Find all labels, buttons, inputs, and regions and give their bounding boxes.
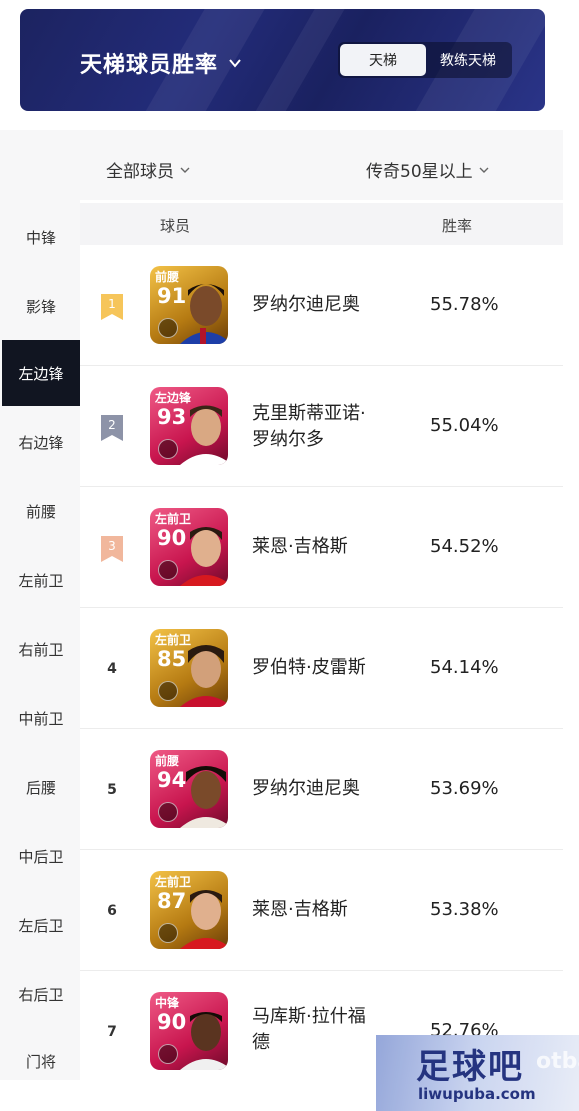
tier-filter-dropdown[interactable]: 传奇50星以上 <box>366 157 489 182</box>
rank-number: 2 <box>108 418 116 432</box>
win-rate: 54.52% <box>430 536 499 557</box>
header-banner: 天梯球员胜率 天梯 教练天梯 <box>20 9 545 111</box>
rank-number: 6 <box>107 902 117 919</box>
sidebar-item-rb[interactable]: 右后卫 <box>2 961 80 1027</box>
card-emblem-icon <box>158 681 178 701</box>
player-name: 罗纳尔迪尼奥 <box>252 776 360 802</box>
win-rate: 55.04% <box>430 415 499 436</box>
player-name-line2: 罗纳尔多 <box>252 429 324 450</box>
watermark-url: liwupuba.com <box>418 1085 536 1103</box>
column-header-player: 球员 <box>160 217 191 235</box>
card-emblem-icon <box>158 439 178 459</box>
card-position: 前腰 <box>155 270 180 284</box>
player-card[interactable]: 左前卫 87 <box>150 871 228 949</box>
ladder-tab-switch: 天梯 教练天梯 <box>338 42 512 78</box>
chevron-down-icon <box>479 167 489 173</box>
page-title-dropdown[interactable]: 天梯球员胜率 <box>80 47 242 79</box>
table-row[interactable]: 5 前腰 94 罗纳尔迪尼奥 53.69% <box>80 730 563 850</box>
card-emblem-icon <box>158 318 178 338</box>
card-rating: 94 <box>157 768 187 792</box>
rank-badge-gold: 1 <box>101 294 123 320</box>
player-filter-label: 全部球员 <box>106 162 174 182</box>
win-rate: 55.78% <box>430 294 499 315</box>
table-row[interactable]: 3 左前卫 90 莱恩·吉格斯 54.52% <box>80 488 563 608</box>
card-emblem-icon <box>158 1044 178 1064</box>
card-rating: 93 <box>157 405 187 429</box>
player-name-line1: 罗纳尔迪尼奥 <box>252 778 360 799</box>
player-name: 罗伯特·皮雷斯 <box>252 655 366 681</box>
player-card[interactable]: 前腰 94 <box>150 750 228 828</box>
card-position: 左前卫 <box>155 875 192 889</box>
sidebar-item-gk[interactable]: 门将 <box>2 1028 80 1094</box>
card-position: 左前卫 <box>155 512 192 526</box>
player-filter-dropdown[interactable]: 全部球员 <box>106 157 190 182</box>
card-position: 前腰 <box>155 754 180 768</box>
tab-ladder[interactable]: 天梯 <box>340 44 426 76</box>
sidebar-item-cmf[interactable]: 中前卫 <box>2 685 80 751</box>
tab-coach-ladder[interactable]: 教练天梯 <box>426 44 510 76</box>
sidebar-item-rmf[interactable]: 右前卫 <box>2 616 80 682</box>
player-name-line1: 莱恩·吉格斯 <box>252 536 348 557</box>
player-card[interactable]: 左前卫 85 <box>150 629 228 707</box>
win-rate: 53.38% <box>430 899 499 920</box>
card-emblem-icon <box>158 560 178 580</box>
watermark-title: 足球吧 <box>416 1047 524 1087</box>
player-card[interactable]: 左前卫 90 <box>150 508 228 586</box>
rank-badge-bronze: 3 <box>101 536 123 562</box>
card-emblem-icon <box>158 802 178 822</box>
table-row[interactable]: 6 左前卫 87 莱恩·吉格斯 53.38% <box>80 851 563 971</box>
watermark-side-text: otba <box>536 1049 579 1074</box>
sidebar-item-ss[interactable]: 影锋 <box>2 273 80 339</box>
card-position: 左前卫 <box>155 633 192 647</box>
card-rating: 91 <box>157 284 187 308</box>
sidebar-item-rwf[interactable]: 右边锋 <box>2 409 80 475</box>
chevron-down-icon <box>180 167 190 173</box>
card-position: 中锋 <box>155 996 180 1010</box>
sidebar-item-lwf[interactable]: 左边锋 <box>2 340 80 406</box>
player-name: 马库斯·拉什福 德 <box>252 1004 366 1056</box>
table-row[interactable]: 4 左前卫 85 罗伯特·皮雷斯 54.14% <box>80 609 563 729</box>
win-rate: 54.14% <box>430 657 499 678</box>
sidebar-item-amf[interactable]: 前腰 <box>2 478 80 544</box>
player-name-line1: 克里斯蒂亚诺· <box>252 403 366 424</box>
sidebar-item-lmf[interactable]: 左前卫 <box>2 547 80 613</box>
rank-number: 7 <box>107 1024 117 1040</box>
rank-number: 1 <box>108 297 116 311</box>
table-row[interactable]: 2 左边锋 93 克里斯蒂亚诺· 罗纳尔多 55.04% <box>80 367 563 487</box>
card-rating: 90 <box>157 526 187 550</box>
rank-number: 3 <box>108 539 116 553</box>
site-watermark: otba 足球吧 liwupuba.com <box>376 1035 579 1111</box>
table-row[interactable]: 1 前腰 91 罗纳尔迪尼奥 55.78% <box>80 246 563 366</box>
player-name-line1: 罗伯特·皮雷斯 <box>252 657 366 678</box>
rank-badge-silver: 2 <box>101 415 123 441</box>
player-name-line1: 罗纳尔迪尼奥 <box>252 294 360 315</box>
win-rate: 53.69% <box>430 778 499 799</box>
card-rating: 90 <box>157 1010 187 1034</box>
player-card[interactable]: 前腰 91 <box>150 266 228 344</box>
player-card[interactable]: 中锋 90 <box>150 992 228 1070</box>
player-card[interactable]: 左边锋 93 <box>150 387 228 465</box>
sidebar-item-cb[interactable]: 中后卫 <box>2 823 80 889</box>
card-rating: 85 <box>157 647 187 671</box>
player-name-line2: 德 <box>252 1032 270 1053</box>
tier-filter-label: 传奇50星以上 <box>366 162 473 182</box>
card-rating: 87 <box>157 889 187 913</box>
sidebar-item-lb[interactable]: 左后卫 <box>2 892 80 958</box>
table-header: 球员 胜率 <box>80 203 563 245</box>
card-emblem-icon <box>158 923 178 943</box>
player-name: 罗纳尔迪尼奥 <box>252 292 360 318</box>
player-name: 克里斯蒂亚诺· 罗纳尔多 <box>252 401 366 453</box>
player-name: 莱恩·吉格斯 <box>252 897 348 923</box>
player-name-line1: 莱恩·吉格斯 <box>252 899 348 920</box>
sidebar-item-dmf[interactable]: 后腰 <box>2 754 80 820</box>
player-name: 莱恩·吉格斯 <box>252 534 348 560</box>
chevron-down-icon <box>229 59 241 68</box>
rank-number: 4 <box>107 660 117 677</box>
player-name-line1: 马库斯·拉什福 <box>252 1006 366 1027</box>
sidebar-item-cf[interactable]: 中锋 <box>2 204 80 270</box>
page-title: 天梯球员胜率 <box>80 53 219 78</box>
column-header-win-rate: 胜率 <box>442 217 473 235</box>
rank-number: 5 <box>107 781 117 798</box>
card-position: 左边锋 <box>155 391 192 405</box>
